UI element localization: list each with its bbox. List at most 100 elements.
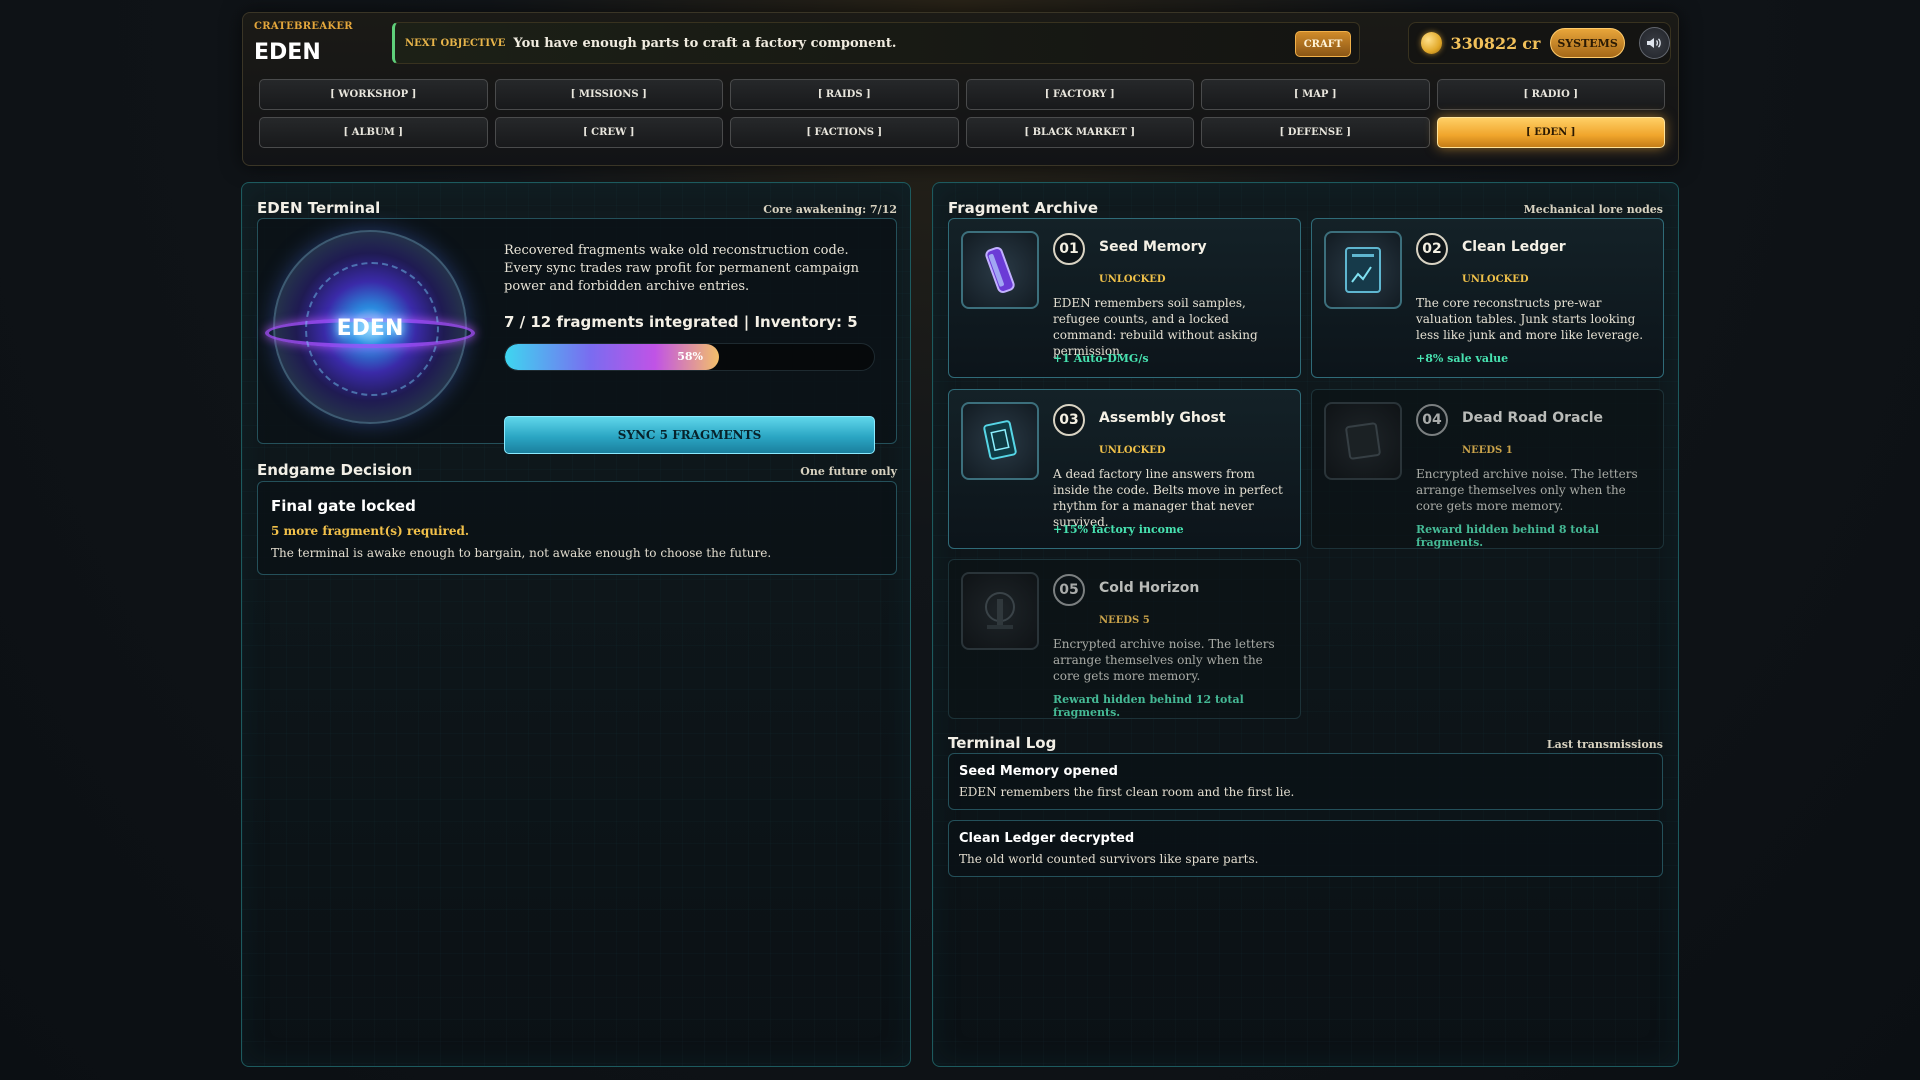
fragment-reward: Reward hidden behind 12 total fragments. <box>1053 693 1244 719</box>
nav-row-2: [ ALBUM ] [ CREW ] [ FACTIONS ] [ BLACK … <box>259 117 1665 148</box>
log-meta: Last transmissions <box>1546 738 1663 751</box>
log-entry-text: EDEN remembers the first clean room and … <box>959 785 1295 799</box>
terminal-header: EDEN Terminal Core awakening: 7/12 <box>257 199 897 217</box>
hologram-glyph <box>983 420 1017 460</box>
credits-unit: cr <box>1522 33 1541 53</box>
nav-map[interactable]: [ MAP ] <box>1201 79 1430 110</box>
nav-defense[interactable]: [ DEFENSE ] <box>1201 117 1430 148</box>
core-awakening: Core awakening: 7/12 <box>763 203 897 216</box>
orb-label: EDEN <box>336 316 404 341</box>
fragment-number: 05 <box>1053 574 1085 606</box>
fragment-number: 04 <box>1416 404 1448 436</box>
main-nav: [ WORKSHOP ] [ MISSIONS ] [ RAIDS ] [ FA… <box>259 79 1665 155</box>
nav-factory[interactable]: [ FACTORY ] <box>965 79 1194 110</box>
locked-tablet-glyph <box>1345 422 1381 460</box>
fragments-required-warning: 5 more fragment(s) required. <box>271 524 470 538</box>
final-gate-card: Final gate locked 5 more fragment(s) req… <box>257 481 897 575</box>
archive-title: Fragment Archive <box>948 199 1099 217</box>
brand-subtitle: CRATEBREAKER <box>254 21 353 32</box>
nav-radio[interactable]: [ RADIO ] <box>1436 79 1665 110</box>
fragment-description: Encrypted archive noise. The letters arr… <box>1416 467 1638 513</box>
terminal-description: Recovered fragments wake old reconstruct… <box>504 243 860 294</box>
log-entry-title: Seed Memory opened <box>959 764 1118 779</box>
decision-meta: One future only <box>800 465 897 478</box>
fragment-status: UNLOCKED <box>1462 274 1529 285</box>
decision-header: Endgame Decision One future only <box>257 461 897 479</box>
ledger-icon <box>1324 231 1402 309</box>
progress-fill: 58% <box>505 344 720 370</box>
nav-row-1: [ WORKSHOP ] [ MISSIONS ] [ RAIDS ] [ FA… <box>259 79 1665 110</box>
fragment-card-assembly-ghost[interactable]: 03 Assembly Ghost UNLOCKED A dead factor… <box>948 389 1301 549</box>
fragment-reward: +1 Auto-DMG/s <box>1053 352 1149 365</box>
nav-black-market[interactable]: [ BLACK MARKET ] <box>965 117 1194 148</box>
locked-gate-icon <box>961 572 1039 650</box>
top-bar: CRATEBREAKER EDEN NEXT OBJECTIVE You hav… <box>242 12 1679 166</box>
log-title: Terminal Log <box>948 734 1057 752</box>
fragment-number: 01 <box>1053 233 1085 265</box>
progress-label: 58% <box>677 350 704 363</box>
fragment-reward: +8% sale value <box>1416 352 1509 365</box>
decision-title: Endgame Decision <box>257 461 413 479</box>
fragment-card-seed-memory[interactable]: 01 Seed Memory UNLOCKED EDEN remembers s… <box>948 218 1301 378</box>
speaker-glyph <box>1647 38 1662 48</box>
fragment-status: UNLOCKED <box>1099 274 1166 285</box>
brand-title: EDEN <box>254 40 321 65</box>
fragment-card-clean-ledger[interactable]: 02 Clean Ledger UNLOCKED The core recons… <box>1311 218 1664 378</box>
fragment-name: Assembly Ghost <box>1099 410 1226 426</box>
log-entry-text: The old world counted survivors like spa… <box>959 852 1259 866</box>
systems-button[interactable]: SYSTEMS <box>1550 28 1625 58</box>
eden-terminal-card: EDEN Recovered fragments wake old recons… <box>257 218 897 454</box>
nav-crew[interactable]: [ CREW ] <box>494 117 723 148</box>
nav-workshop[interactable]: [ WORKSHOP ] <box>259 79 488 110</box>
locked-tablet-icon <box>1324 402 1402 480</box>
fragment-status: NEEDS 1 <box>1462 445 1513 456</box>
fragment-description: Encrypted archive noise. The letters arr… <box>1053 637 1275 683</box>
fragment-card-cold-horizon[interactable]: 05 Cold Horizon NEEDS 5 Encrypted archiv… <box>948 559 1301 719</box>
fragment-name: Cold Horizon <box>1099 580 1200 596</box>
next-objective-banner: NEXT OBJECTIVE You have enough parts to … <box>392 22 1360 64</box>
nav-missions[interactable]: [ MISSIONS ] <box>494 79 723 110</box>
brand: CRATEBREAKER EDEN <box>254 21 353 65</box>
ledger-glyph <box>1345 247 1381 293</box>
nav-raids[interactable]: [ RAIDS ] <box>730 79 959 110</box>
objective-label: NEXT OBJECTIVE <box>405 37 506 49</box>
fragment-card-dead-road-oracle[interactable]: 04 Dead Road Oracle NEEDS 1 Encrypted ar… <box>1311 389 1664 549</box>
sync-fragments-button[interactable]: SYNC 5 FRAGMENTS <box>504 416 875 454</box>
fragment-name: Clean Ledger <box>1462 239 1566 255</box>
objective-text: You have enough parts to craft a factory… <box>513 35 897 51</box>
nav-factions[interactable]: [ FACTIONS ] <box>730 117 959 148</box>
fragment-description: A dead factory line answers from inside … <box>1053 467 1283 529</box>
eden-left-panel: EDEN Terminal Core awakening: 7/12 EDEN … <box>241 182 911 1067</box>
credits-value: 330822 <box>1450 33 1518 53</box>
locked-gate-glyph <box>985 592 1015 629</box>
fragment-reward: +15% factory income <box>1053 523 1184 536</box>
fragment-description: EDEN remembers soil samples, refugee cou… <box>1053 296 1258 358</box>
fragment-status: UNLOCKED <box>1099 445 1166 456</box>
log-entry-title: Clean Ledger decrypted <box>959 831 1135 846</box>
log-header: Terminal Log Last transmissions <box>948 734 1663 752</box>
fragment-stat: 7 / 12 fragments integrated | Inventory:… <box>504 313 858 331</box>
nav-eden[interactable]: [ EDEN ] <box>1436 117 1665 148</box>
fragment-status: NEEDS 5 <box>1099 615 1150 626</box>
fragment-name: Dead Road Oracle <box>1462 410 1604 426</box>
fragment-number: 03 <box>1053 404 1085 436</box>
vial-glyph <box>985 246 1015 294</box>
fragment-reward: Reward hidden behind 8 total fragments. <box>1416 523 1600 549</box>
coin-icon <box>1421 32 1443 54</box>
log-entry: Seed Memory opened EDEN remembers the fi… <box>948 753 1663 810</box>
fragment-number: 02 <box>1416 233 1448 265</box>
wallet: 330822 cr SYSTEMS <box>1408 22 1671 64</box>
eden-core-orb: EDEN <box>265 230 475 424</box>
archive-meta: Mechanical lore nodes <box>1523 203 1663 216</box>
final-gate-title: Final gate locked <box>271 497 416 515</box>
hologram-icon <box>961 402 1039 480</box>
fragment-name: Seed Memory <box>1099 239 1207 255</box>
fragment-description: The core reconstructs pre-war valuation … <box>1416 296 1644 342</box>
log-entry: Clean Ledger decrypted The old world cou… <box>948 820 1663 877</box>
archive-header: Fragment Archive Mechanical lore nodes <box>948 199 1663 217</box>
awakening-progress-bar: 58% <box>504 343 875 371</box>
nav-album[interactable]: [ ALBUM ] <box>259 117 488 148</box>
speaker-icon[interactable] <box>1638 27 1670 59</box>
craft-button[interactable]: CRAFT <box>1295 31 1351 57</box>
eden-right-panel: Fragment Archive Mechanical lore nodes 0… <box>932 182 1679 1067</box>
